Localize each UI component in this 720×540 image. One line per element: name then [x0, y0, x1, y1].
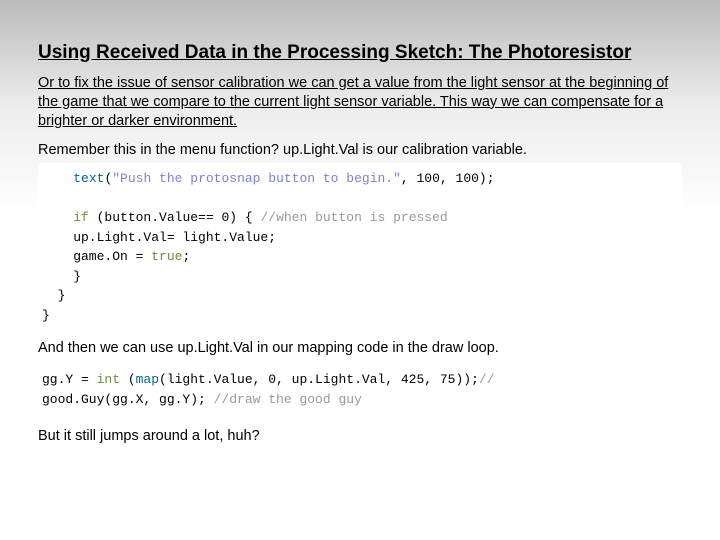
slide-title: Using Received Data in the Processing Sk…: [38, 42, 682, 64]
code-block-2: gg.Y = int (map(light.Value, 0, up.Light…: [38, 366, 682, 413]
paragraph-2: Remember this in the menu function? up.L…: [38, 141, 682, 160]
code-block-1: text("Push the protosnap button to begin…: [38, 163, 682, 331]
paragraph-1: Or to fix the issue of sensor calibratio…: [38, 74, 682, 131]
paragraph-3: And then we can use up.Light.Val in our …: [38, 339, 682, 358]
paragraph-4: But it still jumps around a lot, huh?: [38, 427, 682, 446]
